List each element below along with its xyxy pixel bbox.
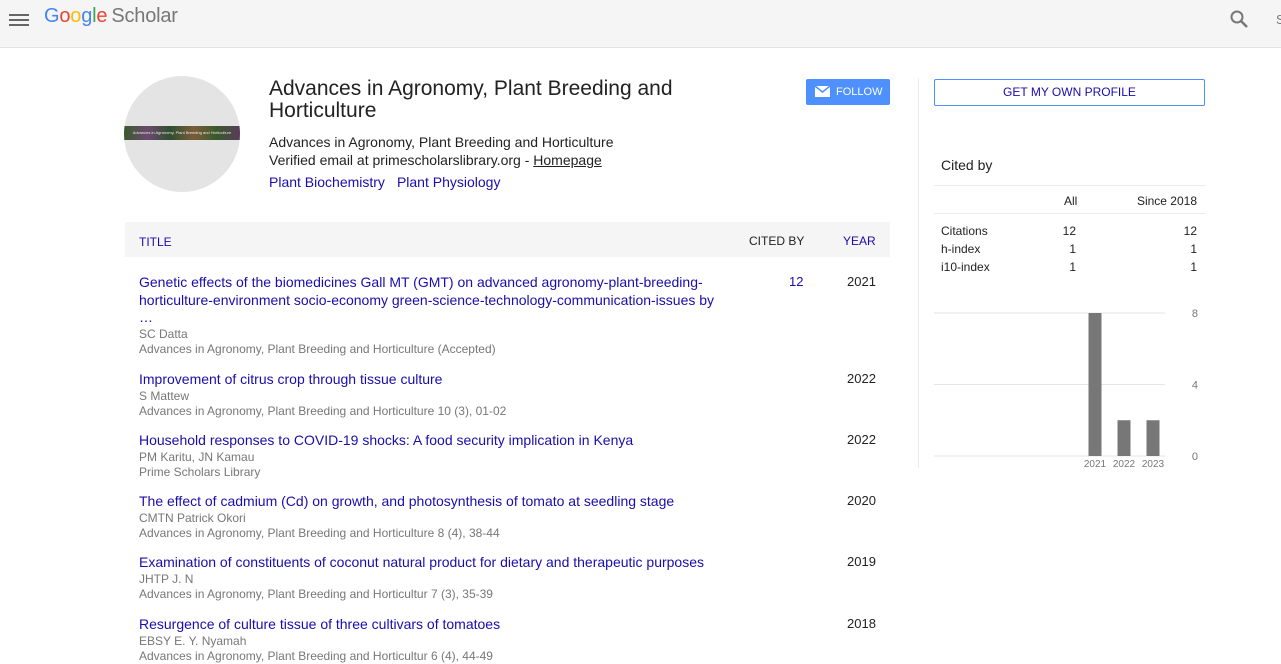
article-authors: PM Karitu, JN Kamau <box>139 449 255 464</box>
interest-link[interactable]: Plant Physiology <box>397 174 501 190</box>
stat-since: 12 <box>1183 224 1197 238</box>
column-divider <box>918 78 919 468</box>
citations-bar-chart: 0 4 8 2021 2022 2023 <box>934 308 1198 470</box>
google-scholar-logo[interactable]: Google Scholar <box>44 5 178 28</box>
table-row: Resurgence of culture tissue of three cu… <box>139 616 889 664</box>
article-year: 2022 <box>847 371 876 386</box>
article-authors: JHTP J. N <box>139 571 194 586</box>
cited-by-heading: Cited by <box>941 157 993 173</box>
bar-2022[interactable] <box>1117 420 1131 456</box>
logo-suffix: Scholar <box>111 5 178 27</box>
profile-affiliation: Advances in Agronomy, Plant Breeding and… <box>269 134 614 150</box>
article-year: 2021 <box>847 274 876 289</box>
article-title-link[interactable]: Resurgence of culture tissue of three cu… <box>139 616 729 634</box>
stats-row: h-index 1 1 <box>934 242 1205 260</box>
profile-email: Verified email at primescholarslibrary.o… <box>269 152 602 168</box>
cited-by-count[interactable]: 12 <box>789 274 803 289</box>
col-all: All <box>1064 194 1078 208</box>
article-year: 2020 <box>847 493 876 508</box>
col-since: Since 2018 <box>1136 194 1197 208</box>
logo-letter: g <box>81 5 93 27</box>
article-year: 2018 <box>847 616 876 631</box>
sign-in-link[interactable]: S <box>1276 12 1281 27</box>
profile-name: Advances in Agronomy, Plant Breeding and… <box>269 77 673 122</box>
logo-letter: o <box>59 5 71 27</box>
homepage-link[interactable]: Homepage <box>533 152 602 168</box>
logo-letter: o <box>70 5 82 27</box>
stats-row: i10-index 1 1 <box>934 260 1205 278</box>
stat-all: 1 <box>1069 260 1076 274</box>
bar-2021[interactable] <box>1088 313 1102 456</box>
top-bar: Google Scholar S <box>0 0 1281 48</box>
article-title-link[interactable]: Household responses to COVID-19 shocks: … <box>139 432 729 450</box>
table-row: Examination of constituents of coconut n… <box>139 554 889 602</box>
article-venue: Advances in Agronomy, Plant Breeding and… <box>139 403 507 418</box>
citation-stats-header: All Since 2018 <box>934 185 1205 214</box>
stat-all: 1 <box>1069 242 1076 256</box>
sort-by-year[interactable]: YEAR <box>843 234 876 248</box>
article-title-link[interactable]: The effect of cadmium (Cd) on growth, an… <box>139 493 729 511</box>
article-title-link[interactable]: Examination of constituents of coconut n… <box>139 554 729 572</box>
article-authors: S Mattew <box>139 388 190 403</box>
logo-letter: G <box>44 5 60 27</box>
stat-label: h-index <box>941 242 981 256</box>
follow-label: FOLLOW <box>836 86 883 98</box>
x-tick-label: 2023 <box>1142 459 1165 470</box>
stat-since: 1 <box>1190 260 1197 274</box>
envelope-icon <box>815 86 830 97</box>
sort-by-cited[interactable]: CITED BY <box>749 234 804 248</box>
article-venue: Advances in Agronomy, Plant Breeding and… <box>139 586 493 601</box>
research-interests: Plant Biochemistry Plant Physiology <box>269 174 512 190</box>
y-tick-label: 0 <box>1192 451 1198 463</box>
article-year: 2022 <box>847 432 876 447</box>
article-venue: Advances in Agronomy, Plant Breeding and… <box>139 341 496 356</box>
article-authors: CMTN Patrick Okori <box>139 510 246 525</box>
table-row: Household responses to COVID-19 shocks: … <box>139 432 889 480</box>
logo-letter: e <box>96 5 108 27</box>
hamburger-menu-icon[interactable] <box>9 11 29 27</box>
citations-per-year-chart: 0 4 8 2021 2022 2023 <box>934 300 1205 475</box>
table-row: The effect of cadmium (Cd) on growth, an… <box>139 493 889 541</box>
avatar-banner-image: Advances in Agronomy, Plant Breeding and… <box>124 126 240 140</box>
table-row: Genetic effects of the biomedicines Gall… <box>139 274 889 357</box>
sort-by-title[interactable]: TITLE <box>139 235 172 249</box>
get-my-own-profile-button[interactable]: GET MY OWN PROFILE <box>934 79 1205 106</box>
verified-email-text: Verified email at primescholarslibrary.o… <box>269 152 534 168</box>
stats-row: Citations 12 12 <box>934 224 1205 242</box>
follow-button[interactable]: FOLLOW <box>806 79 890 105</box>
article-title-link[interactable]: Genetic effects of the biomedicines Gall… <box>139 274 729 327</box>
stat-label: Citations <box>941 224 988 238</box>
articles-table-header: TITLE CITED BY YEAR <box>125 222 890 257</box>
bar-2023[interactable] <box>1146 420 1160 456</box>
y-tick-label: 8 <box>1192 308 1198 320</box>
interest-link[interactable]: Plant Biochemistry <box>269 174 385 190</box>
article-authors: EBSY E. Y. Nyamah <box>139 633 247 648</box>
y-tick-label: 4 <box>1192 380 1198 392</box>
article-year: 2019 <box>847 554 876 569</box>
article-venue: Advances in Agronomy, Plant Breeding and… <box>139 525 500 540</box>
table-row: Improvement of citrus crop through tissu… <box>139 371 889 419</box>
search-icon[interactable] <box>1229 9 1249 29</box>
article-title-link[interactable]: Improvement of citrus crop through tissu… <box>139 371 729 389</box>
article-authors: SC Datta <box>139 326 188 341</box>
stat-since: 1 <box>1190 242 1197 256</box>
stat-all: 12 <box>1062 224 1076 238</box>
stat-label: i10-index <box>941 260 990 274</box>
article-venue: Prime Scholars Library <box>139 464 261 479</box>
profile-avatar: Advances in Agronomy, Plant Breeding and… <box>124 76 240 192</box>
x-tick-label: 2022 <box>1113 459 1136 470</box>
x-tick-label: 2021 <box>1084 459 1107 470</box>
article-venue: Advances in Agronomy, Plant Breeding and… <box>139 648 493 663</box>
